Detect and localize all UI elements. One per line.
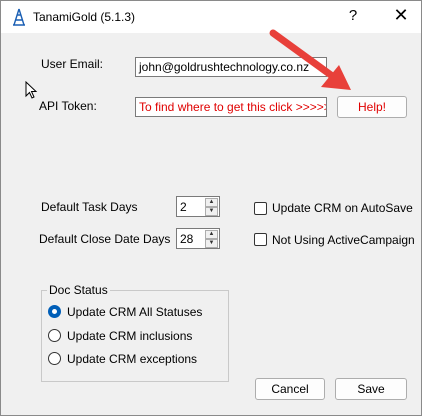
task-days-value: 2 (180, 200, 187, 214)
close-days-value: 28 (180, 232, 194, 246)
dialog-window: TanamiGold (5.1.3) ? ✕ User Email: john@… (0, 0, 422, 416)
not-activecampaign-label: Not Using ActiveCampaign (272, 233, 415, 247)
spin-up-icon[interactable]: ▲ (205, 230, 218, 239)
spin-down-icon[interactable]: ▼ (205, 239, 218, 248)
radio-exceptions[interactable] (48, 352, 61, 365)
radio-exceptions-label: Update CRM exceptions (67, 352, 198, 366)
window-title: TanamiGold (5.1.3) (33, 10, 136, 24)
doc-status-title: Doc Status (47, 283, 110, 297)
close-days-arrows: ▲ ▼ (205, 230, 218, 248)
red-arrow-annotation (269, 29, 351, 90)
radio-inclusions-label: Update CRM inclusions (67, 329, 193, 343)
radio-all-statuses[interactable] (48, 305, 61, 318)
tower-icon (13, 8, 25, 26)
crm-autosave-checkbox[interactable] (254, 202, 267, 215)
radio-inclusions[interactable] (48, 329, 61, 342)
task-days-spinner[interactable]: 2 ▲ ▼ (176, 196, 220, 217)
task-days-label: Default Task Days (41, 200, 138, 214)
task-days-arrows: ▲ ▼ (205, 198, 218, 216)
mouse-cursor-icon (25, 81, 38, 99)
save-button[interactable]: Save (335, 378, 407, 400)
cancel-button[interactable]: Cancel (255, 378, 325, 400)
email-label: User Email: (41, 57, 104, 71)
radio-all-statuses-label: Update CRM All Statuses (67, 305, 203, 319)
help-question-button[interactable]: ? (343, 7, 363, 24)
crm-autosave-label: Update CRM on AutoSave (272, 201, 413, 215)
api-token-label: API Token: (39, 99, 97, 113)
not-activecampaign-checkbox[interactable] (254, 233, 267, 246)
close-button[interactable]: ✕ (391, 5, 411, 26)
spin-down-icon[interactable]: ▼ (205, 207, 218, 216)
close-days-spinner[interactable]: 28 ▲ ▼ (176, 228, 220, 249)
spin-up-icon[interactable]: ▲ (205, 198, 218, 207)
close-days-label: Default Close Date Days (39, 232, 171, 246)
